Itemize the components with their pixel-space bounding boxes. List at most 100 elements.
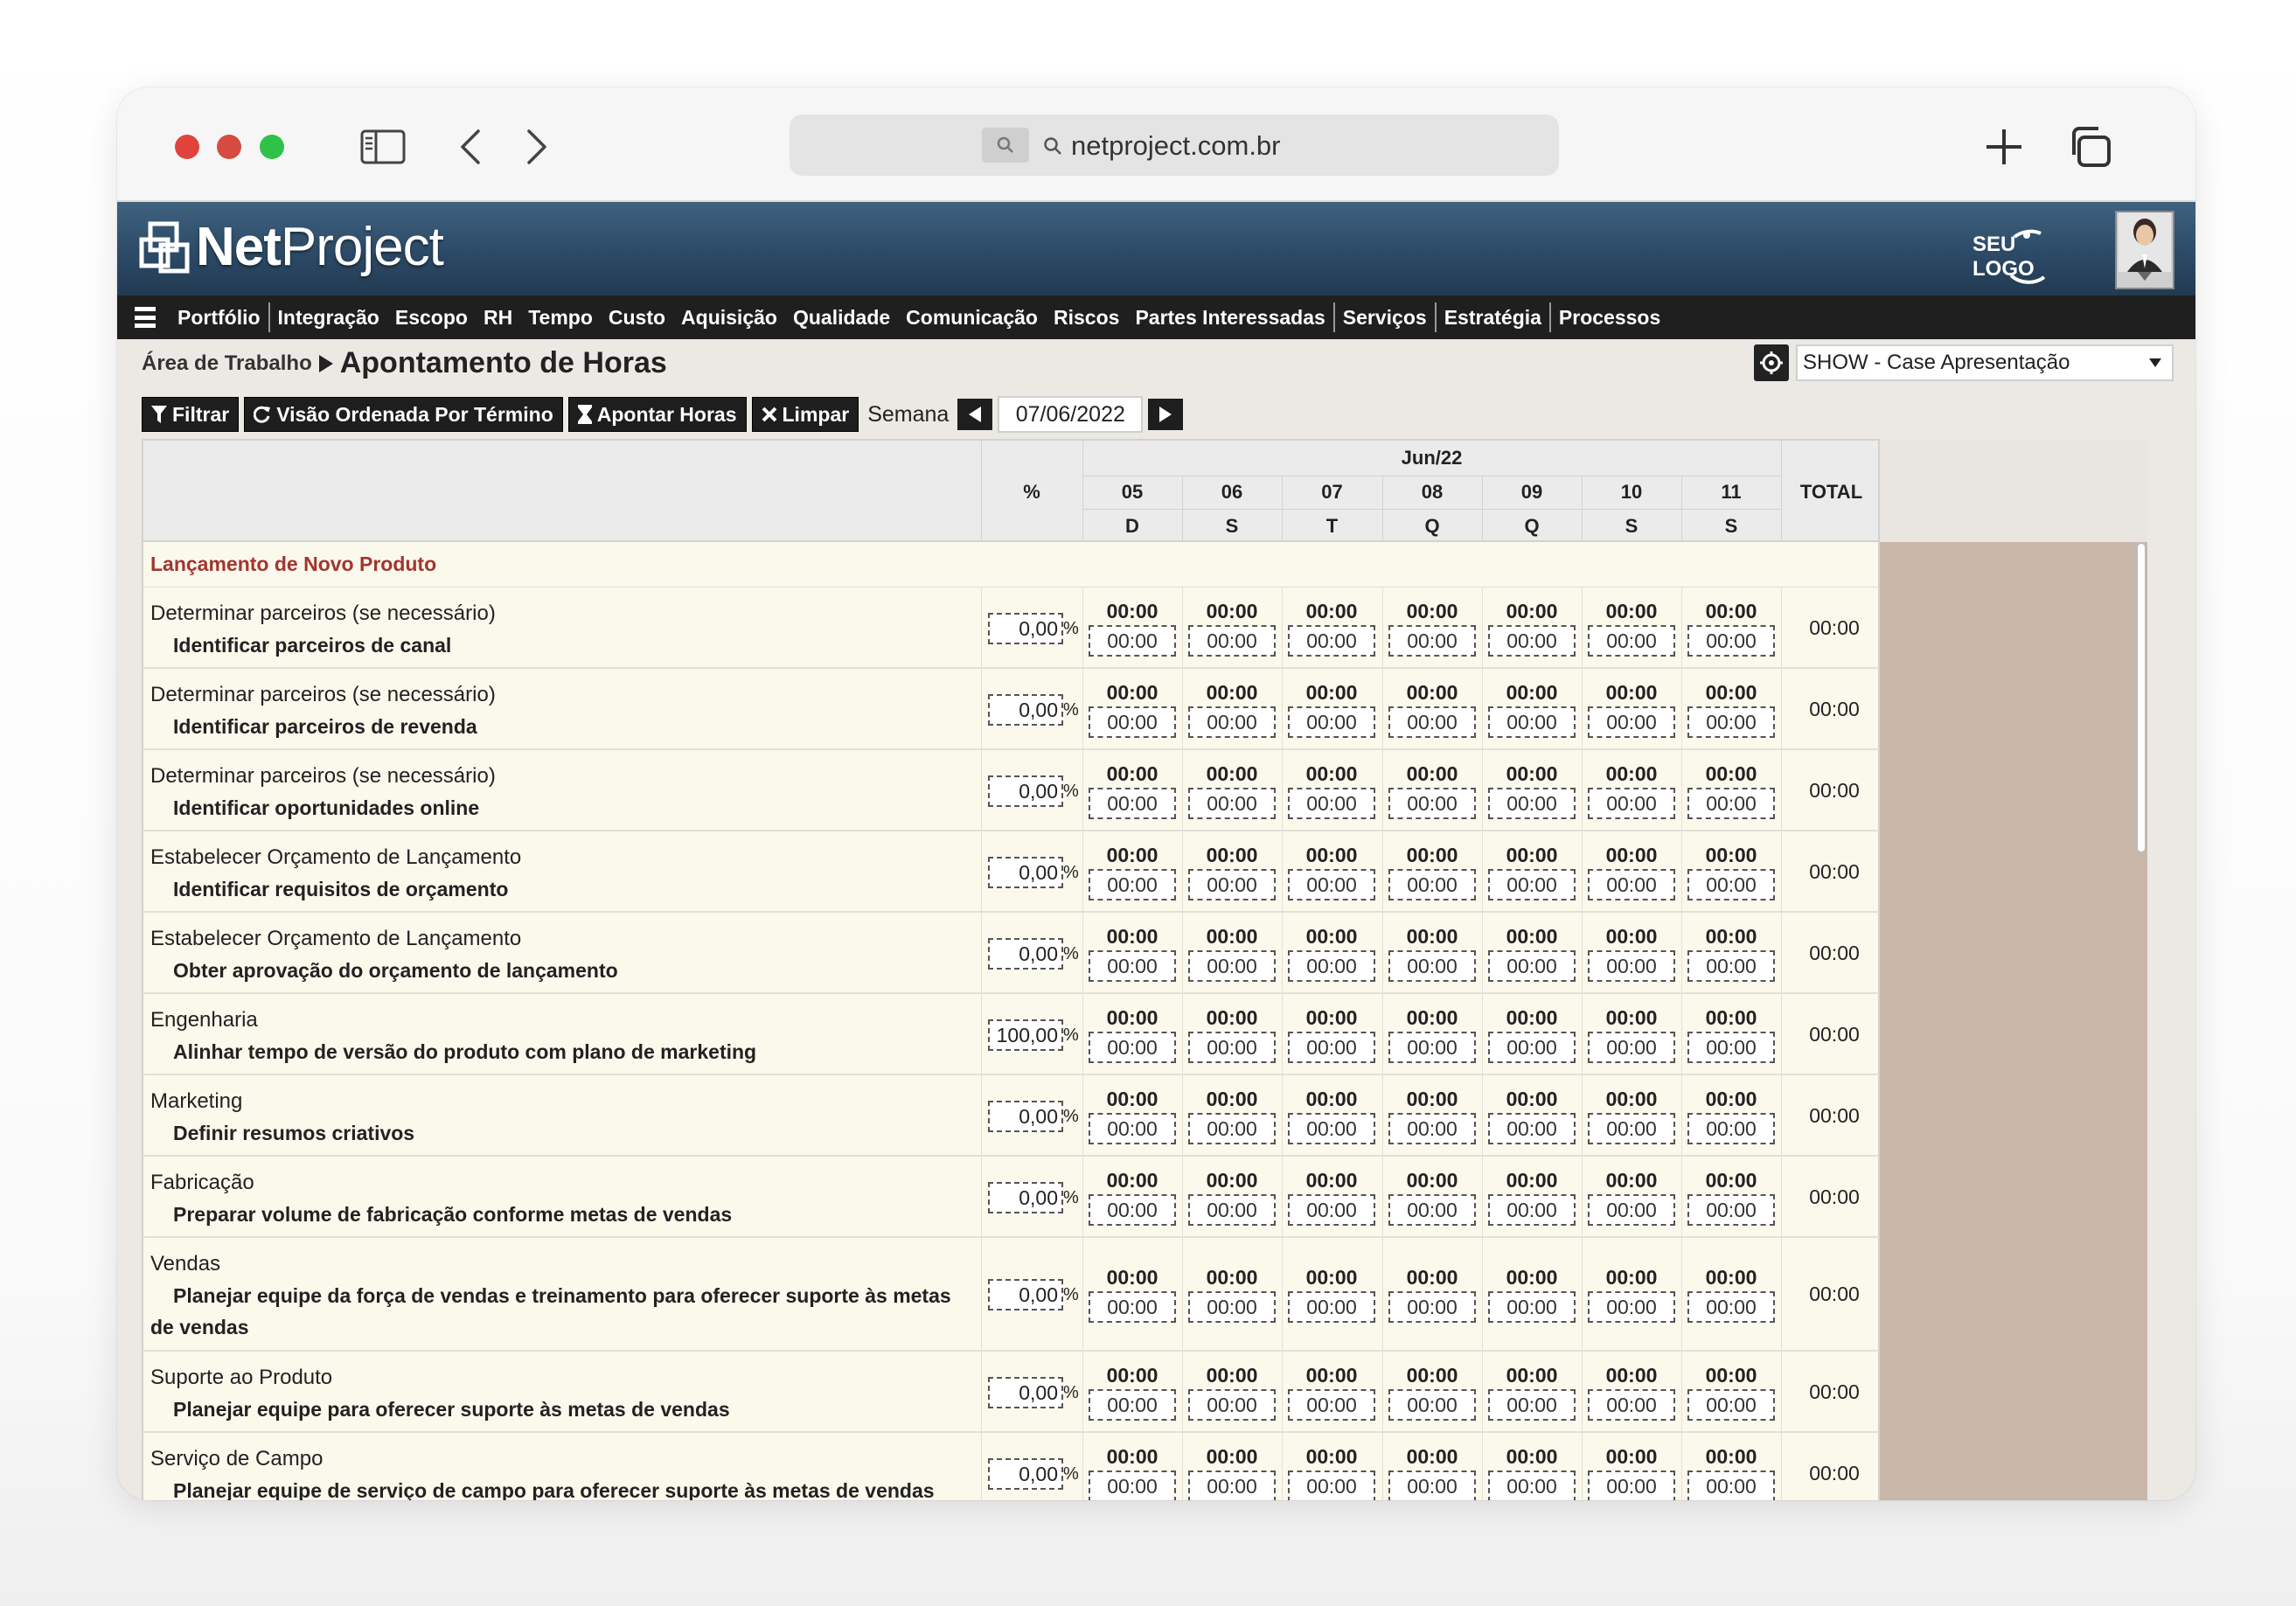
hours-input[interactable]: 00:00	[1488, 1032, 1576, 1063]
vertical-scrollbar[interactable]	[2136, 542, 2146, 853]
hours-input[interactable]: 00:00	[1188, 625, 1276, 657]
triangle-left-icon[interactable]	[957, 399, 993, 430]
week-date-input[interactable]: 07/06/2022	[998, 396, 1144, 433]
task-name[interactable]: Identificar requisitos de orçamento	[150, 873, 955, 905]
hours-input[interactable]: 00:00	[1188, 706, 1276, 738]
hours-input[interactable]: 00:00	[1188, 1194, 1276, 1226]
hours-input[interactable]: 00:00	[1488, 950, 1576, 982]
hours-input[interactable]: 00:00	[1288, 706, 1375, 738]
hours-input[interactable]: 00:00	[1288, 1389, 1375, 1421]
hours-input[interactable]: 00:00	[1687, 1032, 1775, 1063]
address-bar[interactable]: netproject.com.br	[790, 115, 1559, 176]
hours-input[interactable]: 00:00	[1288, 1113, 1375, 1144]
hours-input[interactable]: 00:00	[1488, 788, 1576, 819]
hours-input[interactable]: 00:00	[1488, 1194, 1576, 1226]
hours-input[interactable]: 00:00	[1588, 1291, 1675, 1323]
percent-input[interactable]: 0,00	[988, 1377, 1063, 1408]
hours-input[interactable]: 00:00	[1588, 625, 1675, 657]
task-name[interactable]: Alinhar tempo de versão do produto com p…	[150, 1036, 955, 1067]
task-name[interactable]: Identificar oportunidades online	[150, 792, 955, 824]
minimize-window-button[interactable]	[217, 135, 241, 159]
hours-input[interactable]: 00:00	[1488, 1389, 1576, 1421]
hours-input[interactable]: 00:00	[1288, 869, 1375, 900]
hours-input[interactable]: 00:00	[1687, 1113, 1775, 1144]
hours-input[interactable]: 00:00	[1089, 788, 1176, 819]
menu-item-comunicacao[interactable]: Comunicação	[898, 295, 1046, 339]
hours-input[interactable]: 00:00	[1288, 1032, 1375, 1063]
hours-input[interactable]: 00:00	[1188, 1032, 1276, 1063]
hours-input[interactable]: 00:00	[1687, 788, 1775, 819]
hours-input[interactable]: 00:00	[1588, 1032, 1675, 1063]
filter-button[interactable]: Filtrar	[142, 397, 240, 432]
netproject-logo[interactable]: NetProject	[138, 216, 444, 278]
hours-input[interactable]: 00:00	[1488, 706, 1576, 738]
percent-input[interactable]: 0,00	[988, 613, 1063, 644]
task-name[interactable]: Planejar equipe para oferecer suporte às…	[150, 1394, 955, 1425]
hours-input[interactable]: 00:00	[1188, 869, 1276, 900]
hours-input[interactable]: 00:00	[1588, 1389, 1675, 1421]
hours-input[interactable]: 00:00	[1089, 625, 1176, 657]
hours-input[interactable]: 00:00	[1388, 869, 1476, 900]
percent-input[interactable]: 0,00	[988, 857, 1063, 888]
hours-input[interactable]: 00:00	[1089, 706, 1176, 738]
menu-item-rh[interactable]: RH	[476, 295, 520, 339]
percent-input[interactable]: 100,00	[988, 1019, 1063, 1051]
project-select[interactable]: SHOW - Case Apresentação	[1796, 344, 2174, 381]
hours-input[interactable]: 00:00	[1488, 869, 1576, 900]
hours-input[interactable]: 00:00	[1288, 1291, 1375, 1323]
menu-item-qualidade[interactable]: Qualidade	[785, 295, 898, 339]
percent-input[interactable]: 0,00	[988, 775, 1063, 807]
maximize-window-button[interactable]	[260, 135, 284, 159]
hours-input[interactable]: 00:00	[1588, 706, 1675, 738]
chevron-right-icon[interactable]	[519, 122, 554, 171]
hours-input[interactable]: 00:00	[1188, 1470, 1276, 1500]
hours-input[interactable]: 00:00	[1188, 1389, 1276, 1421]
percent-input[interactable]: 0,00	[988, 1101, 1063, 1132]
task-name[interactable]: Obter aprovação do orçamento de lançamen…	[150, 955, 955, 986]
menu-item-riscos[interactable]: Riscos	[1046, 295, 1127, 339]
triangle-right-icon[interactable]	[1148, 399, 1184, 430]
hours-input[interactable]: 00:00	[1288, 1470, 1375, 1500]
menu-item-aquisicao[interactable]: Aquisição	[673, 295, 785, 339]
task-name[interactable]: Planejar equipe de serviço de campo para…	[150, 1475, 955, 1500]
avatar[interactable]	[2115, 211, 2174, 289]
tabs-icon[interactable]	[2065, 122, 2114, 171]
menu-item-servicos[interactable]: Serviços	[1335, 295, 1435, 339]
menu-item-portfolio[interactable]: Portfólio	[170, 295, 268, 339]
percent-input[interactable]: 0,00	[988, 938, 1063, 970]
hours-input[interactable]: 00:00	[1687, 869, 1775, 900]
hours-input[interactable]: 00:00	[1388, 1389, 1476, 1421]
hours-input[interactable]: 00:00	[1488, 1113, 1576, 1144]
hours-input[interactable]: 00:00	[1089, 1470, 1176, 1500]
hours-input[interactable]: 00:00	[1687, 625, 1775, 657]
breadcrumb-parent[interactable]: Área de Trabalho	[142, 351, 312, 376]
hours-input[interactable]: 00:00	[1488, 1291, 1576, 1323]
hours-input[interactable]: 00:00	[1089, 1113, 1176, 1144]
menu-item-integracao[interactable]: Integração	[270, 295, 387, 339]
hours-input[interactable]: 00:00	[1588, 869, 1675, 900]
hours-input[interactable]: 00:00	[1388, 1113, 1476, 1144]
task-name[interactable]: Planejar equipe da força de vendas e tre…	[150, 1280, 955, 1343]
task-name[interactable]: Definir resumos criativos	[150, 1117, 955, 1149]
hours-input[interactable]: 00:00	[1288, 950, 1375, 982]
hours-input[interactable]: 00:00	[1188, 788, 1276, 819]
hamburger-icon[interactable]	[135, 307, 156, 328]
hours-input[interactable]: 00:00	[1288, 788, 1375, 819]
ordered-view-button[interactable]: Visão Ordenada Por Término	[244, 397, 563, 432]
percent-input[interactable]: 0,00	[988, 694, 1063, 726]
hours-input[interactable]: 00:00	[1588, 1470, 1675, 1500]
hours-input[interactable]: 00:00	[1089, 869, 1176, 900]
hours-input[interactable]: 00:00	[1588, 950, 1675, 982]
plus-icon[interactable]	[1979, 122, 2028, 171]
percent-input[interactable]: 0,00	[988, 1182, 1063, 1213]
log-hours-button[interactable]: Apontar Horas	[567, 397, 747, 432]
chevron-left-icon[interactable]	[453, 122, 488, 171]
task-name[interactable]: Identificar parceiros de revenda	[150, 711, 955, 742]
menu-item-processos[interactable]: Processos	[1551, 295, 1668, 339]
menu-item-escopo[interactable]: Escopo	[387, 295, 476, 339]
hours-input[interactable]: 00:00	[1388, 1291, 1476, 1323]
hours-input[interactable]: 00:00	[1388, 1032, 1476, 1063]
hours-input[interactable]: 00:00	[1089, 1194, 1176, 1226]
menu-item-partes-interessadas[interactable]: Partes Interessadas	[1127, 295, 1332, 339]
hours-input[interactable]: 00:00	[1388, 788, 1476, 819]
